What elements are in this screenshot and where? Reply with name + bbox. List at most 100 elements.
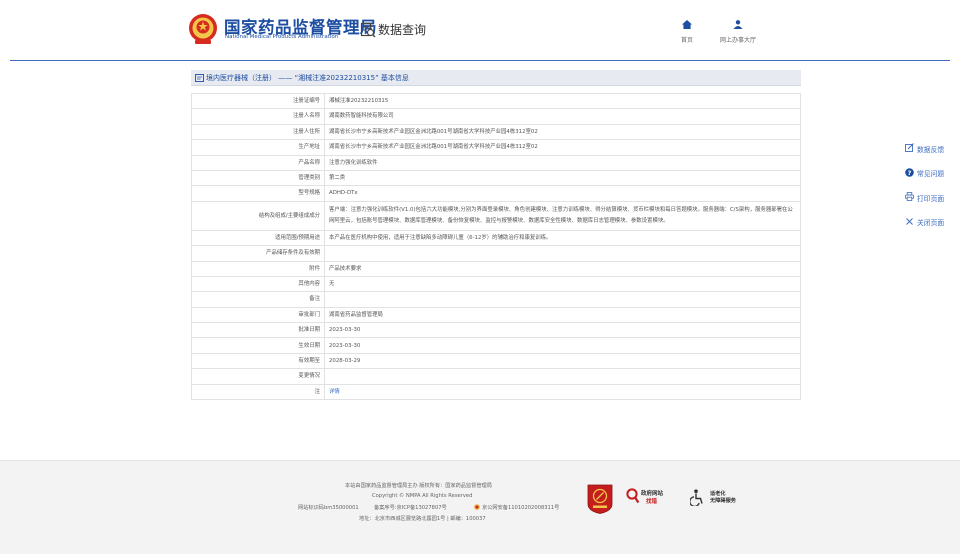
table-row: 审批部门 湖南省药品监督管理局 xyxy=(191,306,801,324)
field-label: 有效期至 xyxy=(191,352,325,370)
table-row: 适用范围/预期用途 本产品在医疗机构中使用，适用于注意缺陷多动障碍儿童（6-12岁… xyxy=(191,229,801,247)
field-value: 详情 xyxy=(324,383,801,401)
field-label: 注 xyxy=(191,383,325,401)
field-value: 湖南省长沙市宁乡高新技术产业园区金洲北路001号湖南省大学科技产业园4栋312室… xyxy=(324,123,801,141)
magnifier-icon xyxy=(626,488,639,504)
barrier-free-label: 无障碍服务 xyxy=(710,498,736,504)
accessibility-icon xyxy=(690,489,703,506)
registration-info-table: 注册证编号 湘械注准20232210315 注册人名称 湖南数药智能科技有限公司 注册人… xyxy=(191,92,801,401)
field-value: 本产品在医疗机构中使用，适用于注意缺陷多动障碍儿童（6-12岁）的辅助治疗和康复… xyxy=(324,229,801,247)
field-label: 附件 xyxy=(191,260,325,277)
question-icon: ? xyxy=(905,167,914,177)
table-row: 型号规格 ADHD-DTx xyxy=(191,185,801,202)
footer-site-id: 网站标识码bm35000001 xyxy=(298,505,359,511)
site-footer xyxy=(0,460,960,554)
print-label: 打印页面 xyxy=(917,194,945,203)
gov-site-error-report[interactable]: 政府网站 找错 xyxy=(626,487,676,507)
nav-home[interactable]: 首页 xyxy=(676,14,698,44)
site-header: 国家药品监督管理局 National Medical Products Admi… xyxy=(0,0,960,60)
table-row: 其他内容无 xyxy=(191,275,801,293)
field-value: 湖南省药品监督管理局 xyxy=(324,306,801,324)
field-label: 型号规格 xyxy=(191,185,325,202)
feedback-label: 数据反馈 xyxy=(917,145,945,154)
field-label: 变更情况 xyxy=(191,368,325,385)
print-button[interactable]: 打印页面 xyxy=(905,192,960,217)
field-label: 结构及组成/主要组成成分 xyxy=(191,200,325,231)
edit-icon xyxy=(905,143,914,152)
party-organization-badge-icon[interactable] xyxy=(587,484,613,514)
table-row: 注册证编号 湘械注准20232210315 xyxy=(191,92,801,110)
site-subtitle: National Medical Products Administration xyxy=(225,34,339,40)
table-row: 变更情况 xyxy=(191,368,801,385)
table-row: 批准日期 2023-03-30 xyxy=(191,322,801,339)
field-label: 其他内容 xyxy=(191,275,325,293)
field-label: 产品储存条件及有效期 xyxy=(191,245,325,262)
field-label: 注册证编号 xyxy=(191,92,325,110)
table-row: 备注 xyxy=(191,291,801,308)
footer-police-record[interactable]: 京公网安备11010202008311号 xyxy=(482,504,559,511)
field-label: 备注 xyxy=(191,291,325,308)
svg-text:?: ? xyxy=(908,169,912,177)
table-row: 生效日期 2023-03-30 xyxy=(191,337,801,354)
table-row: 生产地址 湖南省长沙市宁乡高新技术产业园区金洲北路001号湖南省大学科技产业园4栋… xyxy=(191,139,801,156)
field-value: 湖南数药智能科技有限公司 xyxy=(324,108,801,125)
feedback-button[interactable]: 数据反馈 xyxy=(905,143,960,168)
data-query-icon[interactable] xyxy=(360,22,376,38)
close-page-label: 关闭页面 xyxy=(917,219,945,227)
detail-link[interactable]: 详情 xyxy=(329,389,340,395)
close-icon xyxy=(906,217,913,225)
field-label: 注册人名称 xyxy=(191,108,325,125)
home-icon xyxy=(682,20,692,29)
national-emblem-icon xyxy=(189,14,217,44)
field-label: 管理类别 xyxy=(191,169,325,187)
field-label: 生产地址 xyxy=(191,139,325,156)
field-value: 产品技术要求 xyxy=(324,260,801,277)
field-value xyxy=(324,291,801,308)
nav-online-hall[interactable]: 网上办事大厅 xyxy=(714,14,762,44)
nav-online-hall-label: 网上办事大厅 xyxy=(719,37,756,44)
field-value: 2028-03-29 xyxy=(324,352,801,370)
field-value: 第二类 xyxy=(324,169,801,187)
footer-address: 地址：北京市西城区展览路北露园1号 | 邮编：100037 xyxy=(359,516,486,522)
field-label: 审批部门 xyxy=(191,306,325,324)
field-label: 生效日期 xyxy=(191,337,325,354)
nav-home-label: 首页 xyxy=(680,37,693,44)
user-icon xyxy=(733,20,743,29)
police-badge-icon xyxy=(474,504,480,510)
field-value: 湘械注准20232210315 xyxy=(324,92,801,110)
table-row: 产品名称 注意力强化训练软件 xyxy=(191,154,801,171)
record-title-bar: 境内医疗器械（注册） —— “湘械注准20232210315” 基本信息 xyxy=(191,70,801,86)
field-label: 注册人住所 xyxy=(191,123,325,141)
field-value: 注意力强化训练软件 xyxy=(324,154,801,171)
close-page-button[interactable]: 关闭页面 xyxy=(905,217,960,242)
faq-button[interactable]: ? 常见问题 xyxy=(905,167,960,193)
field-value xyxy=(324,368,801,385)
footer-sponsor: 本站由国家药品监督管理局主办 版权所有：国家药品监督管理局 xyxy=(345,483,492,489)
data-query-title[interactable]: 数据查询 xyxy=(378,21,426,38)
field-value: ADHD-DTx xyxy=(324,185,801,202)
field-label: 产品名称 xyxy=(191,154,325,171)
field-label: 批准日期 xyxy=(191,322,325,339)
table-row: 结构及组成/主要组成成分 客户端：注意力强化训练软件(V1.0)包括六大功能模块,… xyxy=(191,200,801,231)
table-row: 附件 产品技术要求 xyxy=(191,260,801,277)
table-row: 注册人住所 湖南省长沙市宁乡高新技术产业园区金洲北路001号湖南省大学科技产业园4… xyxy=(191,123,801,141)
header-divider xyxy=(10,60,950,61)
accessibility-service[interactable]: 适老化 无障碍服务 xyxy=(690,489,750,509)
field-value: 客户端：注意力强化训练软件(V1.0)包括六大功能模块,分别为界面登录模块、角色… xyxy=(324,200,801,231)
error-report-label: 找错 xyxy=(646,499,658,505)
record-title: 境内医疗器械（注册） —— “湘械注准20232210315” 基本信息 xyxy=(206,74,409,82)
document-icon xyxy=(195,74,204,82)
footer-copyright: Copyright © NMPA All Rights Reserved xyxy=(372,493,473,499)
table-row: 产品储存条件及有效期 xyxy=(191,245,801,262)
table-row: 管理类别 第二类 xyxy=(191,169,801,187)
field-value: 2023-03-30 xyxy=(324,337,801,354)
table-row: 注详情 xyxy=(191,383,801,401)
floating-toolbar: 数据反馈 ? 常见问题 打印页面 关闭页面 xyxy=(905,143,960,241)
gov-site-label: 政府网站 xyxy=(641,491,664,497)
table-row: 注册人名称 湖南数药智能科技有限公司 xyxy=(191,108,801,125)
faq-label: 常见问题 xyxy=(917,170,945,178)
field-value: 湖南省长沙市宁乡高新技术产业园区金洲北路001号湖南省大学科技产业园4栋312室… xyxy=(324,139,801,156)
footer-icp[interactable]: 备案序号:京ICP备13027807号 xyxy=(374,504,447,511)
table-row: 有效期至 2028-03-29 xyxy=(191,352,801,370)
field-value: 无 xyxy=(324,275,801,293)
